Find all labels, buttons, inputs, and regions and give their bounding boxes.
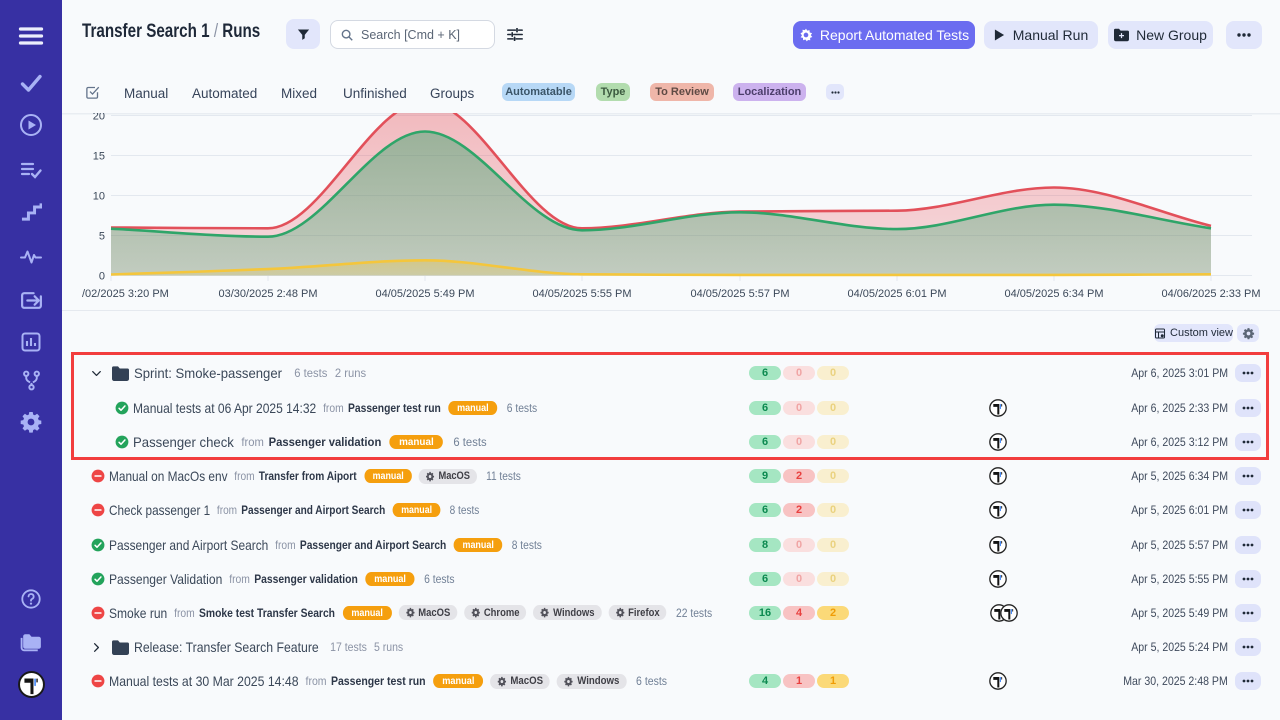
svg-text:04/05/2025 6:34 PM: 04/05/2025 6:34 PM [1004, 288, 1103, 300]
svg-text:0: 0 [99, 271, 105, 283]
svg-text:15: 15 [93, 151, 105, 163]
svg-text:5: 5 [99, 231, 105, 243]
svg-text:04/05/2025 5:49 PM: 04/05/2025 5:49 PM [375, 288, 474, 300]
svg-text:04/05/2025 5:57 PM: 04/05/2025 5:57 PM [690, 288, 789, 300]
svg-text:04/05/2025 5:55 PM: 04/05/2025 5:55 PM [532, 288, 631, 300]
svg-text:04/06/2025 2:33 PM: 04/06/2025 2:33 PM [1161, 288, 1260, 300]
svg-text:03/30/2025 2:48 PM: 03/30/2025 2:48 PM [218, 288, 317, 300]
svg-text:10: 10 [93, 191, 105, 203]
svg-text:/02/2025 3:20 PM: /02/2025 3:20 PM [82, 288, 169, 300]
svg-text:20: 20 [93, 113, 105, 123]
svg-text:04/05/2025 6:01 PM: 04/05/2025 6:01 PM [847, 288, 946, 300]
